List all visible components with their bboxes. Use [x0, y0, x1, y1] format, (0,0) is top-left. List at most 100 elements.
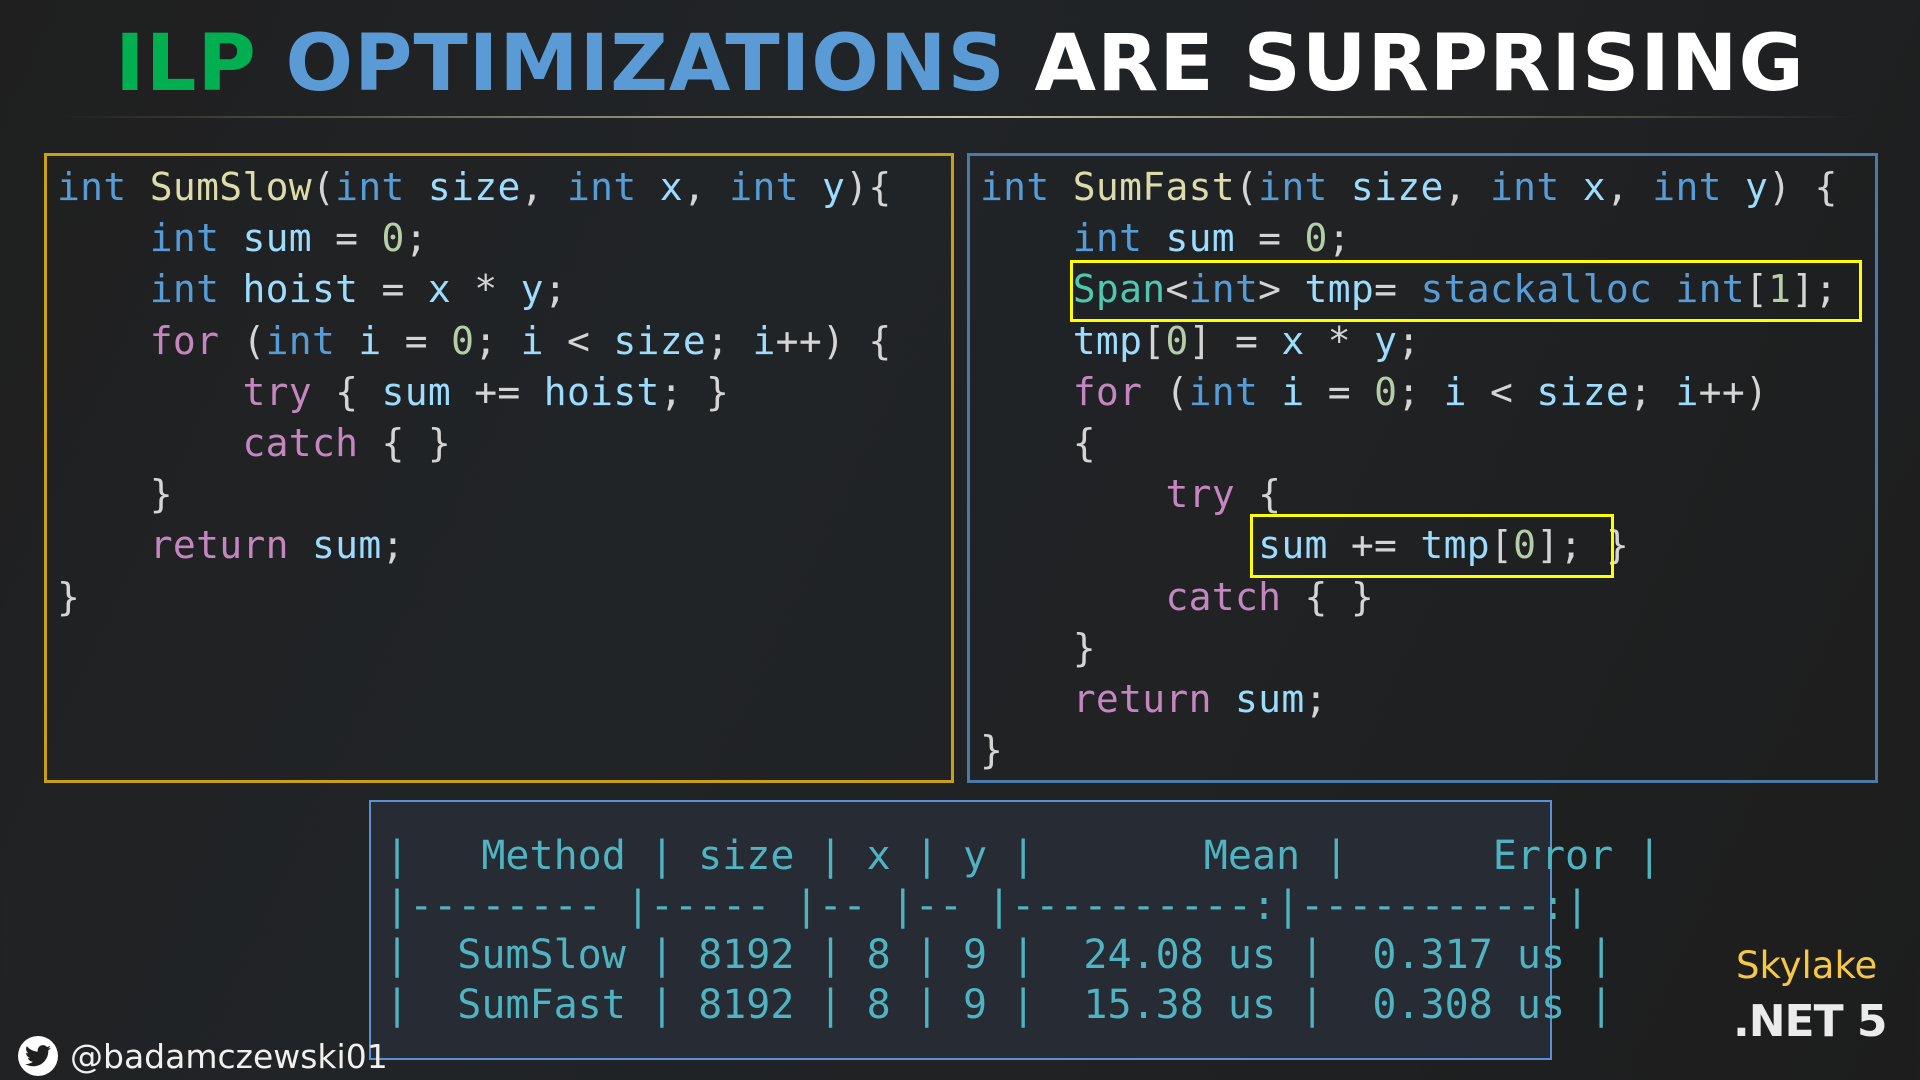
code-line: return sum; [980, 674, 1838, 725]
code-line: int hoist = x * y; [57, 264, 892, 315]
code-token-punc: { } [358, 420, 452, 465]
table-row: | SumSlow | 8192 | 8 | 9 | 24.08 us | 0.… [385, 932, 1614, 978]
code-token-punc: = [1304, 369, 1375, 414]
code-token-var: size [427, 165, 521, 209]
code-token-punc [980, 370, 1073, 414]
code-token-punc: = [381, 318, 452, 363]
code-token-punc: ; [381, 523, 405, 568]
code-token-kw: int [980, 165, 1050, 209]
code-token-punc [1050, 165, 1073, 209]
code-token-punc [405, 165, 428, 209]
code-sumfast: int SumFast(int size, int x, int y) { in… [980, 162, 1838, 776]
code-line: } [980, 725, 1838, 776]
code-token-punc: ; } [659, 369, 730, 414]
code-token-punc [980, 216, 1073, 260]
code-token-fn: SumSlow [149, 165, 312, 209]
code-token-punc [1212, 677, 1235, 721]
code-token-punc: } [980, 728, 1004, 773]
code-token-var: sum [311, 523, 382, 568]
code-token-ctl: for [1072, 369, 1143, 414]
code-token-punc: { [980, 420, 1096, 465]
code-token-punc [335, 319, 358, 363]
runtime-label: .NET 5 [1733, 996, 1888, 1047]
code-token-ctl: return [149, 523, 289, 568]
code-token-punc: = [358, 267, 428, 312]
code-token-var: i [1443, 369, 1467, 414]
code-token-punc: ( [1142, 369, 1189, 414]
code-token-punc: ( [1234, 165, 1259, 209]
code-line: { [980, 418, 1838, 469]
benchmark-table-text: | Method | size | x | y | Mean | Error |… [385, 832, 1661, 1030]
code-token-punc: ; [474, 318, 521, 363]
code-token-ctl: try [1165, 472, 1235, 517]
code-token-var: y [520, 267, 544, 312]
code-token-punc: ){ [845, 165, 892, 209]
twitter-handle: @badamczewski01 [18, 1036, 388, 1076]
code-line: catch { } [980, 572, 1838, 623]
twitter-handle-text: @badamczewski01 [70, 1036, 388, 1076]
code-token-punc: ( [311, 165, 336, 209]
code-token-punc: ; [706, 318, 753, 363]
code-token-punc: { [311, 369, 382, 414]
code-token-punc: ) { [1768, 165, 1838, 209]
code-token-punc: ( [219, 318, 266, 363]
code-token-kw: int [1188, 369, 1259, 414]
code-token-var: y [822, 165, 846, 209]
code-token-var: sum [1165, 216, 1235, 261]
code-token-punc [1560, 165, 1583, 209]
code-token-num: 0 [451, 318, 475, 363]
code-token-ctl: for [149, 318, 220, 363]
code-token-punc [980, 319, 1073, 363]
code-token-punc [57, 216, 150, 260]
code-token-var: hoist [543, 369, 660, 414]
code-token-punc [980, 472, 1165, 516]
code-token-punc: { [1234, 472, 1282, 517]
code-token-ctl: try [242, 369, 312, 414]
code-token-kw: int [566, 165, 637, 209]
title-divider [60, 116, 1860, 118]
code-token-var: sum [1234, 676, 1305, 721]
code-token-punc [980, 575, 1165, 619]
code-token-punc: < [1466, 369, 1537, 414]
code-token-var: size [1350, 165, 1444, 209]
code-token-punc: , [520, 165, 567, 209]
code-token-punc: = [1235, 216, 1305, 261]
code-token-punc: ; [1327, 216, 1351, 261]
code-token-ctl: return [1072, 676, 1212, 721]
code-token-punc: * [1304, 318, 1375, 363]
code-token-var: y [1374, 318, 1398, 363]
code-token-punc: ; [1397, 318, 1421, 363]
code-token-punc: , [682, 165, 730, 209]
code-token-punc: } [57, 472, 173, 517]
code-token-punc [980, 523, 1258, 567]
code-token-punc [57, 523, 150, 567]
code-token-punc: ; [1629, 369, 1676, 414]
code-token-punc: [ [1142, 318, 1166, 363]
code-line: int sum = 0; [57, 213, 892, 264]
code-line: int SumFast(int size, int x, int y) { [980, 162, 1838, 213]
table-row: | SumFast | 8192 | 8 | 9 | 15.38 us | 0.… [385, 981, 1614, 1028]
code-token-ctl: catch [1165, 574, 1282, 619]
code-token-var: x [1281, 318, 1305, 363]
code-line: try { sum += hoist; } [57, 367, 892, 418]
code-token-punc [637, 165, 660, 209]
code-token-ctl: catch [242, 420, 359, 465]
code-token-kw: int [335, 165, 405, 209]
code-token-var: i [520, 318, 544, 363]
code-token-kw: int [1489, 165, 1560, 209]
code-token-punc [219, 267, 242, 311]
code-token-fn: SumFast [1072, 165, 1235, 209]
code-token-punc: { } [1281, 574, 1375, 619]
benchmark-results-table: | Method | size | x | y | Mean | Error |… [369, 800, 1661, 1060]
code-token-var: sum [242, 216, 312, 261]
code-line: } [57, 469, 892, 520]
code-token-var: sum [381, 369, 452, 414]
code-token-num: 0 [381, 216, 405, 261]
code-token-punc: * [451, 267, 521, 312]
cpu-label: Skylake [1736, 944, 1878, 987]
code-token-punc: += [451, 369, 544, 414]
code-line: try { [980, 469, 1838, 520]
code-line: for (int i = 0; i < size; i++) { [57, 316, 892, 367]
code-token-var: i [752, 318, 776, 363]
highlight-stackalloc-line [1070, 260, 1862, 322]
